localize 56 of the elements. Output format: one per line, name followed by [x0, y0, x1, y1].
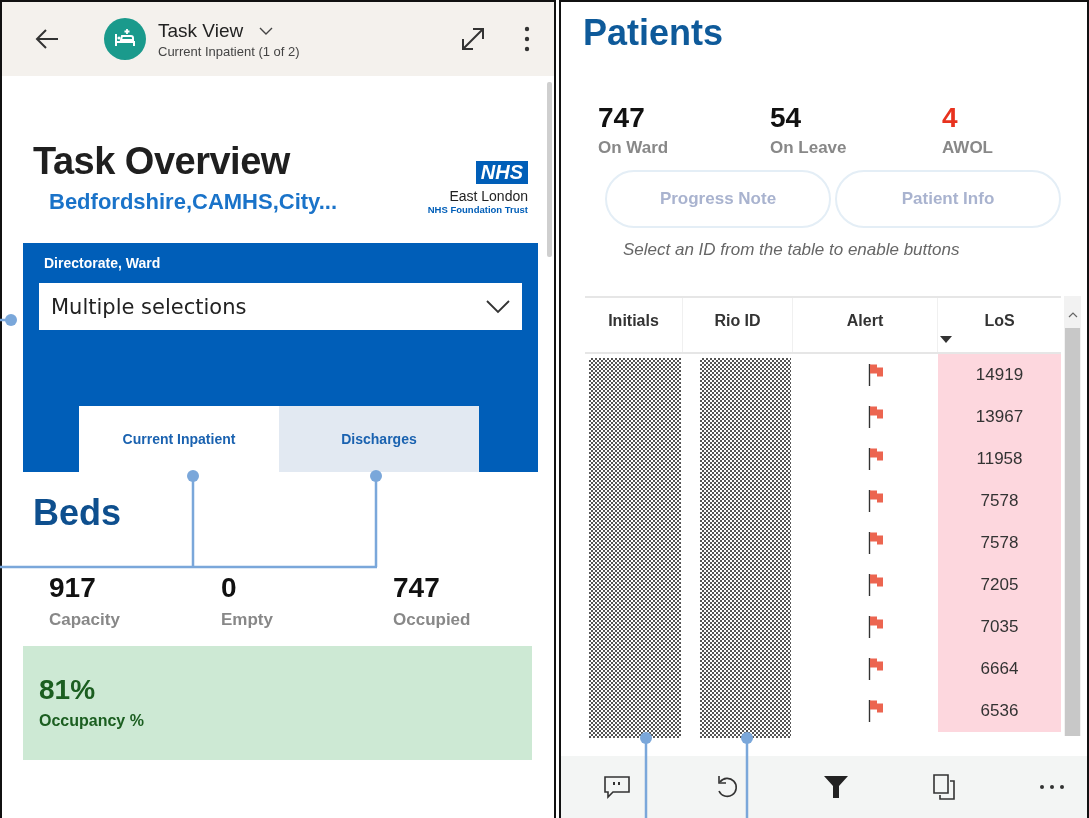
- ward-dropdown[interactable]: Multiple selections: [39, 283, 522, 330]
- page-subtitle: Bedfordshire,CAMHS,City...: [49, 189, 338, 215]
- stat-label: Capacity: [49, 610, 121, 630]
- table-cell: 13967: [975, 407, 1024, 427]
- expand-icon[interactable]: [460, 26, 486, 52]
- stat-label: AWOL: [942, 138, 993, 158]
- column-header[interactable]: Alert: [846, 312, 884, 330]
- table-cell: 6536: [980, 701, 1019, 721]
- copy-icon[interactable]: [932, 773, 956, 801]
- stat-value: 917: [49, 572, 97, 604]
- more-options-icon[interactable]: [524, 26, 530, 52]
- stat-value: 4: [942, 102, 959, 134]
- table-cell: 7578: [980, 533, 1019, 553]
- stat-value: 54: [770, 102, 803, 134]
- stat-label: On Leave: [770, 138, 848, 158]
- more-options-icon[interactable]: [1039, 784, 1065, 790]
- logo-name: East London: [449, 188, 528, 204]
- leader-line: [0, 314, 17, 326]
- app-title: Task View: [158, 19, 244, 42]
- table-cell: 6664: [980, 659, 1019, 679]
- table-cell: 7578: [980, 491, 1019, 511]
- view-tab[interactable]: Discharges: [279, 406, 479, 472]
- table-cell: 11958: [976, 449, 1023, 469]
- section-title: Beds: [33, 492, 123, 534]
- table-cell: 7205: [980, 575, 1019, 595]
- column-header[interactable]: Initials: [608, 312, 659, 330]
- scrollbar[interactable]: [1064, 296, 1081, 736]
- app-subtitle: Current Inpatient (1 of 2): [158, 43, 301, 59]
- stat-label: Occupied: [393, 610, 471, 630]
- chevron-down-icon: [486, 299, 510, 314]
- stat-value: 0: [221, 572, 238, 604]
- scrollbar[interactable]: [547, 82, 552, 257]
- page-title: Patients: [583, 12, 725, 54]
- view-tab[interactable]: Current Inpatient: [79, 406, 279, 472]
- column-header[interactable]: LoS: [984, 312, 1015, 330]
- filter-icon[interactable]: [823, 775, 849, 799]
- scroll-up-icon[interactable]: [1067, 312, 1078, 318]
- page-title: Task Overview: [33, 140, 292, 183]
- sort-descending-icon[interactable]: [940, 336, 952, 343]
- table-cell: 14919: [975, 365, 1024, 385]
- column-header[interactable]: Rio ID: [714, 312, 761, 330]
- chevron-down-icon[interactable]: [259, 26, 274, 35]
- hint-text: Select an ID from the table to enable buttons: [623, 240, 961, 260]
- stat-value: 747: [598, 102, 646, 134]
- nhs-logo-badge: NHS: [475, 161, 528, 184]
- stat-value: 747: [393, 572, 441, 604]
- bed-app-icon: [104, 18, 146, 60]
- comment-icon[interactable]: [603, 775, 631, 799]
- stat-label: On Ward: [598, 138, 670, 158]
- filter-label: Directorate, Ward: [44, 255, 162, 271]
- occupancy-label: Occupancy %: [39, 712, 145, 730]
- back-arrow-icon[interactable]: [34, 28, 60, 50]
- logo-trust: NHS Foundation Trust: [427, 204, 528, 215]
- table-cell: 7035: [980, 617, 1019, 637]
- stat-label: Empty: [221, 610, 274, 630]
- occupancy-value: 81%: [39, 674, 97, 706]
